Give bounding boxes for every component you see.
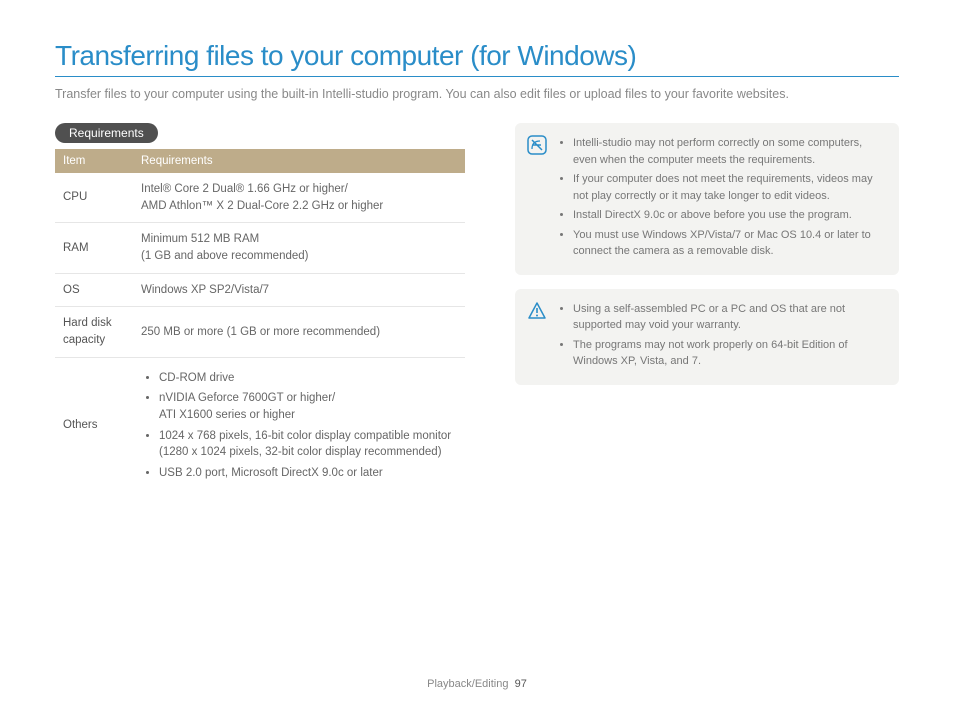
list-item: nVIDIA Geforce 7600GT or higher/ ATI X16… xyxy=(159,390,457,423)
page-number: 97 xyxy=(515,678,527,690)
others-list: CD-ROM drive nVIDIA Geforce 7600GT or hi… xyxy=(141,370,457,482)
th-req: Requirements xyxy=(133,149,465,173)
footer: Playback/Editing 97 xyxy=(0,678,954,690)
page-title: Transferring files to your computer (for… xyxy=(55,40,899,77)
cell-label: OS xyxy=(55,273,133,307)
cell-value: Intel® Core 2 Dual® 1.66 GHz or higher/ … xyxy=(133,173,465,223)
list-item: The programs may not work properly on 64… xyxy=(573,337,885,370)
list-item: Install DirectX 9.0c or above before you… xyxy=(573,207,885,224)
cell-label: RAM xyxy=(55,223,133,273)
left-column: Requirements Item Requirements CPU Intel… xyxy=(55,123,465,494)
cell-label: Others xyxy=(55,357,133,494)
list-item: USB 2.0 port, Microsoft DirectX 9.0c or … xyxy=(159,465,457,482)
cell-label: Hard disk capacity xyxy=(55,307,133,357)
note-icon xyxy=(527,135,547,155)
cell-value: Windows XP SP2/Vista/7 xyxy=(133,273,465,307)
list-item: You must use Windows XP/Vista/7 or Mac O… xyxy=(573,227,885,260)
footer-section: Playback/Editing xyxy=(427,678,508,690)
list-item: If your computer does not meet the requi… xyxy=(573,171,885,204)
table-row: Others CD-ROM drive nVIDIA Geforce 7600G… xyxy=(55,357,465,494)
list-item: Intelli-studio may not perform correctly… xyxy=(573,135,885,168)
cell-value: CD-ROM drive nVIDIA Geforce 7600GT or hi… xyxy=(133,357,465,494)
right-column: Intelli-studio may not perform correctly… xyxy=(515,123,899,494)
warning-icon xyxy=(527,301,547,321)
table-row: RAM Minimum 512 MB RAM (1 GB and above r… xyxy=(55,223,465,273)
th-item: Item xyxy=(55,149,133,173)
cell-value: Minimum 512 MB RAM (1 GB and above recom… xyxy=(133,223,465,273)
list-item: 1024 x 768 pixels, 16-bit color display … xyxy=(159,428,457,461)
note-box-info: Intelli-studio may not perform correctly… xyxy=(515,123,899,275)
requirements-table: Item Requirements CPU Intel® Core 2 Dual… xyxy=(55,149,465,494)
cell-value: 250 MB or more (1 GB or more recommended… xyxy=(133,307,465,357)
note-list: Using a self-assembled PC or a PC and OS… xyxy=(557,301,885,373)
list-item: CD-ROM drive xyxy=(159,370,457,387)
content-columns: Requirements Item Requirements CPU Intel… xyxy=(55,123,899,494)
note-box-warning: Using a self-assembled PC or a PC and OS… xyxy=(515,289,899,385)
list-item: Using a self-assembled PC or a PC and OS… xyxy=(573,301,885,334)
table-row: Hard disk capacity 250 MB or more (1 GB … xyxy=(55,307,465,357)
note-list: Intelli-studio may not perform correctly… xyxy=(557,135,885,263)
table-row: OS Windows XP SP2/Vista/7 xyxy=(55,273,465,307)
cell-label: CPU xyxy=(55,173,133,223)
requirements-badge: Requirements xyxy=(55,123,158,143)
page-subtitle: Transfer files to your computer using th… xyxy=(55,87,899,101)
table-row: CPU Intel® Core 2 Dual® 1.66 GHz or high… xyxy=(55,173,465,223)
